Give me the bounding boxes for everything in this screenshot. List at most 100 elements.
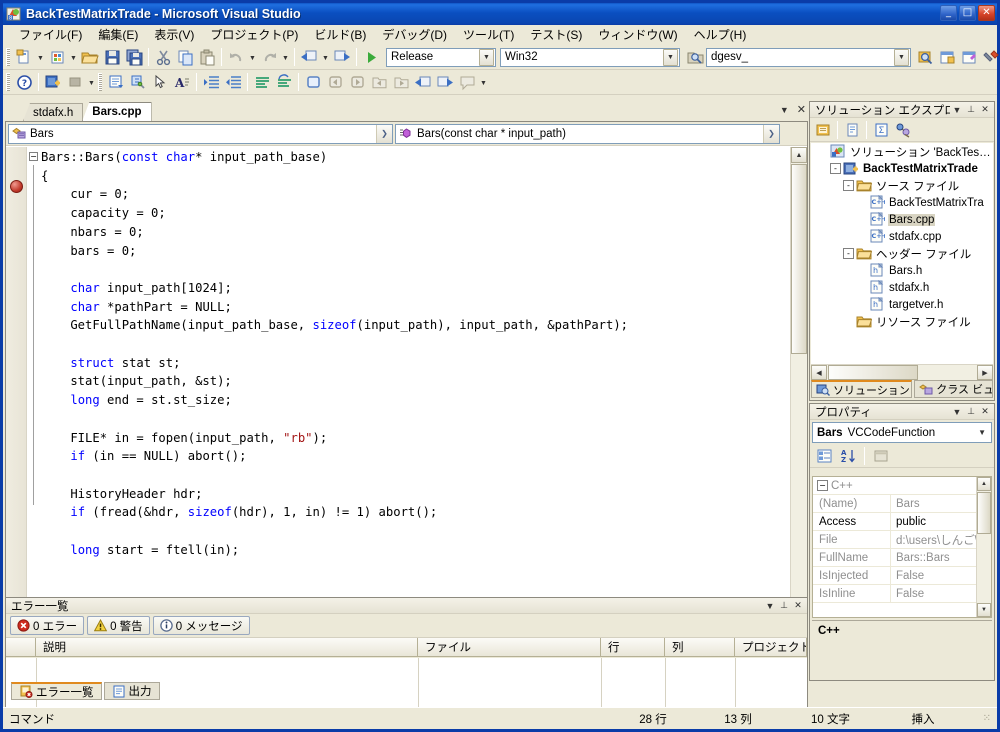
copy-icon[interactable] [174, 47, 196, 68]
undo-dropdown-icon[interactable]: ▼ [247, 47, 258, 68]
tab-stdafx-h[interactable]: stdafx.h [23, 103, 84, 121]
tree-item[interactable]: ソリューション 'BackTestMatrixT [811, 143, 993, 160]
navigate-back-icon[interactable] [298, 47, 320, 68]
callout-icon[interactable] [456, 72, 478, 93]
auto-hide-pin-icon[interactable]: ⊥ [964, 103, 978, 117]
breakpoint-marker[interactable] [10, 180, 23, 193]
toolbar-grip[interactable] [6, 73, 10, 91]
chevron-down-icon[interactable]: ❯ [763, 124, 779, 143]
chevron-down-icon[interactable]: ▼ [479, 48, 494, 66]
window-menu-icon[interactable]: ▼ [950, 103, 964, 117]
property-row[interactable]: IsInjected False [813, 567, 991, 585]
toolbar-grip[interactable] [6, 48, 10, 66]
column-project[interactable]: プロジェクト [735, 638, 807, 656]
save-icon[interactable] [101, 47, 123, 68]
scroll-up-icon[interactable]: ▲ [977, 477, 991, 491]
categorized-icon[interactable] [813, 446, 835, 467]
view-class-diagram-icon[interactable] [892, 119, 914, 140]
properties-window-icon[interactable] [958, 47, 980, 68]
window-menu-icon[interactable]: ▼ [950, 405, 964, 419]
auto-hide-pin-icon[interactable]: ⊥ [777, 599, 791, 613]
resize-grip[interactable]: ⁙ [977, 713, 997, 724]
navigate-back-dropdown-icon[interactable]: ▼ [320, 47, 331, 68]
new-project-dropdown-icon[interactable]: ▼ [35, 47, 46, 68]
close-icon[interactable]: ✕ [791, 599, 805, 613]
code-definition-icon[interactable] [105, 72, 127, 93]
find-combo[interactable]: dgesv_ ▼ [706, 47, 911, 67]
uncomment-icon[interactable] [273, 72, 295, 93]
column-line[interactable]: 行 [601, 638, 665, 656]
property-row[interactable]: Access public [813, 513, 991, 531]
find-in-files-icon[interactable] [914, 47, 936, 68]
chevron-down-icon[interactable]: ▼ [894, 48, 909, 66]
new-window-icon[interactable] [936, 47, 958, 68]
window-menu-icon[interactable]: ▼ [763, 599, 777, 613]
tree-item[interactable]: h stdafx.h [811, 279, 993, 296]
font-icon[interactable]: A [171, 72, 193, 93]
menu-window[interactable]: ウィンドウ(W) [590, 24, 685, 45]
menu-build[interactable]: ビルド(B) [306, 24, 374, 45]
tree-item[interactable]: C++ BackTestMatrixTra [811, 194, 993, 211]
scroll-right-icon[interactable]: ▶ [977, 365, 993, 380]
navigate-forward-icon[interactable] [331, 47, 353, 68]
menu-project[interactable]: プロジェクト(P) [202, 24, 306, 45]
toggle-bookmark-icon[interactable] [302, 72, 324, 93]
property-category-row[interactable]: − C++ [813, 477, 991, 495]
tree-expander-icon[interactable]: - [830, 163, 841, 174]
property-row[interactable]: IsInline False [813, 585, 991, 603]
solution-configuration-combo[interactable]: Release ▼ [386, 47, 496, 67]
stop-icon[interactable] [64, 72, 86, 93]
vertical-scroll-thumb[interactable] [791, 164, 807, 354]
alphabetical-icon[interactable]: A Z [837, 446, 859, 467]
toolbar-overflow-icon[interactable]: ▼ [86, 72, 97, 93]
close-icon[interactable]: ✕ [978, 405, 992, 419]
close-icon[interactable]: ✕ [978, 103, 992, 117]
source-code-text[interactable]: Bars::Bars(const char* input_path_base){… [41, 147, 790, 663]
editor-vertical-scrollbar[interactable]: ▲ ▼ [790, 147, 807, 663]
start-debug-icon[interactable] [360, 47, 382, 68]
tree-item[interactable]: C++ stdafx.cpp [811, 228, 993, 245]
redo-dropdown-icon[interactable]: ▼ [280, 47, 291, 68]
next-bookmark-folder-icon[interactable] [390, 72, 412, 93]
filter-warnings-button[interactable]: 0 警告 [87, 616, 150, 635]
scroll-down-icon[interactable]: ▼ [977, 603, 991, 617]
toolbar-overflow-icon[interactable]: ▼ [478, 72, 489, 93]
solution-platform-combo[interactable]: Win32 ▼ [500, 47, 680, 67]
property-row[interactable]: FullName Bars::Bars [813, 549, 991, 567]
cut-icon[interactable] [152, 47, 174, 68]
undo-icon[interactable] [225, 47, 247, 68]
class-navigation-combo[interactable]: Bars ❯ [8, 123, 393, 144]
help-icon[interactable]: ? [13, 72, 35, 93]
tree-item[interactable]: - BackTestMatrixTrade [811, 160, 993, 177]
add-new-item-icon[interactable] [46, 47, 68, 68]
vertical-scroll-thumb[interactable] [977, 492, 991, 534]
menu-tools[interactable]: ツール(T) [455, 24, 522, 45]
toolbar-grip[interactable] [98, 73, 102, 91]
property-grid-scrollbar[interactable]: ▲ ▼ [976, 477, 991, 617]
auto-hide-pin-icon[interactable]: ⊥ [964, 405, 978, 419]
toolbox-icon[interactable] [980, 47, 1000, 68]
menu-debug[interactable]: デバッグ(D) [374, 24, 455, 45]
indent-icon[interactable] [200, 72, 222, 93]
property-grid[interactable]: − C++ (Name) Bars Access public File d:\users\し… [812, 476, 992, 618]
properties-icon[interactable] [812, 119, 834, 140]
save-all-icon[interactable] [123, 47, 145, 68]
menu-test[interactable]: テスト(S) [522, 24, 590, 45]
breakpoint-gutter[interactable] [6, 147, 27, 663]
category-collapse-icon[interactable]: − [817, 480, 828, 491]
paste-icon[interactable] [196, 47, 218, 68]
new-project-icon[interactable] [13, 47, 35, 68]
prev-location-icon[interactable] [412, 72, 434, 93]
column-icon[interactable] [6, 638, 36, 656]
tree-item[interactable]: - ソース ファイル [811, 177, 993, 194]
column-column[interactable]: 列 [665, 638, 735, 656]
minimize-button[interactable]: _ [940, 5, 957, 21]
property-pages-icon[interactable] [870, 446, 892, 467]
next-bookmark-icon[interactable] [346, 72, 368, 93]
chevron-down-icon[interactable]: ❯ [376, 124, 392, 143]
tree-expander-icon[interactable]: - [843, 180, 854, 191]
close-button[interactable]: ✕ [978, 5, 995, 21]
property-object-combo[interactable]: Bars VCCodeFunction ▼ [812, 422, 992, 443]
open-file-icon[interactable] [79, 47, 101, 68]
scroll-left-icon[interactable]: ◀ [811, 365, 827, 380]
